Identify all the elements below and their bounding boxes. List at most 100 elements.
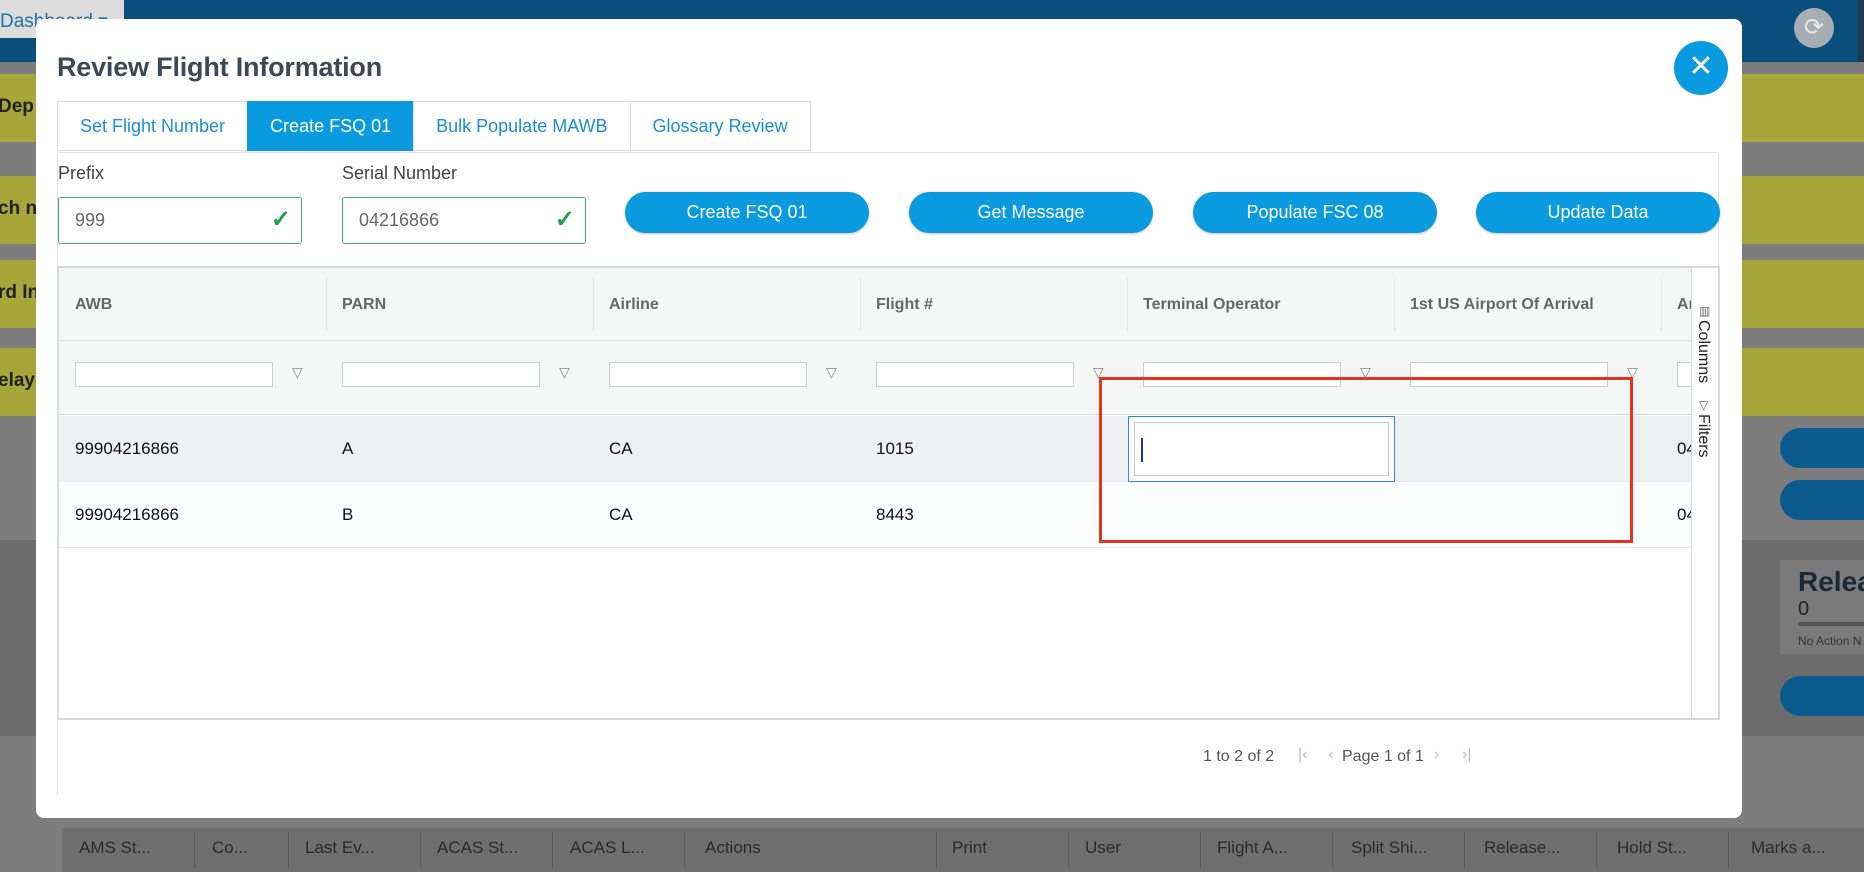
filter-input-first-us-airport[interactable]	[1410, 362, 1608, 387]
check-icon: ✓	[270, 206, 291, 233]
column-header-airline[interactable]: Airline	[593, 268, 659, 341]
bg-column-header[interactable]: ACAS St...	[437, 838, 518, 858]
cell-first-us-airport[interactable]	[1394, 416, 1410, 482]
bg-table-header: AMS St... Co... Last Ev... ACAS St... AC…	[62, 828, 1864, 872]
filter-icon[interactable]: ▽	[559, 364, 570, 381]
filter-icon[interactable]: ▽	[1360, 364, 1371, 381]
release-card: Relea 0 No Action N	[1780, 560, 1864, 654]
bg-column-header[interactable]: ACAS L...	[570, 838, 645, 858]
bg-column-header[interactable]: Marks a...	[1751, 838, 1826, 858]
page-indicator: Page 1 of 1	[1342, 748, 1424, 765]
cell-terminal-operator-editor[interactable]	[1128, 416, 1395, 482]
cell-awb[interactable]: 99904216866	[59, 482, 179, 548]
bg-column-header[interactable]: Split Shi...	[1351, 838, 1428, 858]
tab-bar: Set Flight Number Create FSQ 01 Bulk Pop…	[57, 101, 811, 151]
bg-pill-button[interactable]	[1780, 428, 1864, 468]
filter-input-awb[interactable]	[75, 362, 273, 387]
filter-input-flight[interactable]	[876, 362, 1074, 387]
bg-column-header[interactable]: User	[1085, 838, 1121, 858]
topbar-stub	[1858, 0, 1864, 62]
bg-pill-button[interactable]	[1780, 480, 1864, 520]
cell-awb[interactable]: 99904216866	[59, 416, 179, 482]
cell-first-us-airport[interactable]	[1394, 482, 1410, 548]
bg-col-divider	[936, 832, 937, 868]
row-count-summary: 1 to 2 of 2	[1203, 748, 1275, 765]
filter-input-truncated[interactable]	[1677, 362, 1691, 387]
close-button[interactable]: ✕	[1674, 41, 1728, 95]
bg-col-divider	[288, 832, 289, 868]
check-icon: ✓	[554, 206, 575, 233]
bg-column-header[interactable]: Last Ev...	[305, 838, 375, 858]
cell-parn[interactable]: A	[326, 416, 353, 482]
bg-col-divider	[420, 832, 421, 868]
bg-yellow-bar-text: Dep	[0, 96, 34, 117]
bg-column-header[interactable]: AMS St...	[79, 838, 151, 858]
get-message-button[interactable]: Get Message	[909, 192, 1153, 233]
next-page-icon[interactable]: ›	[1434, 746, 1439, 764]
bg-yellow-bar-text: rd In	[0, 282, 40, 303]
column-header-truncated[interactable]: Ar	[1661, 268, 1691, 341]
bg-column-header[interactable]: Actions	[705, 838, 761, 858]
modal-title: Review Flight Information	[57, 52, 383, 82]
bg-column-header[interactable]: Print	[952, 838, 987, 858]
grid-header-row: AWB PARN Airline Flight # Terminal Opera…	[59, 268, 1691, 341]
column-header-flight[interactable]: Flight #	[860, 268, 933, 341]
cell-parn[interactable]: B	[326, 482, 353, 548]
cell-airline[interactable]: CA	[593, 416, 633, 482]
filter-input-parn[interactable]	[342, 362, 540, 387]
create-fsq-01-button[interactable]: Create FSQ 01	[625, 192, 869, 233]
bg-column-header[interactable]: Co...	[212, 838, 248, 858]
refresh-icon[interactable]: ⟳	[1794, 8, 1834, 48]
columns-side-tab[interactable]: Columns	[1694, 320, 1712, 383]
cell-truncated[interactable]: 04	[1661, 416, 1691, 482]
tab-create-fsq-01[interactable]: Create FSQ 01	[247, 101, 414, 151]
filter-icon[interactable]: ▽	[292, 364, 303, 381]
serial-number-label: Serial Number	[342, 163, 458, 183]
bg-pill-button[interactable]	[1780, 676, 1864, 716]
filter-input-terminal-operator[interactable]	[1143, 362, 1341, 387]
column-header-terminal-operator[interactable]: Terminal Operator	[1127, 268, 1281, 341]
column-header-awb[interactable]: AWB	[59, 268, 112, 341]
update-data-button[interactable]: Update Data	[1476, 192, 1720, 233]
review-flight-modal: Review Flight Information ✕ Set Flight N…	[36, 19, 1742, 818]
column-header-first-us-airport[interactable]: 1st US Airport Of Arrival	[1394, 268, 1594, 341]
populate-fsc-08-button[interactable]: Populate FSC 08	[1193, 192, 1437, 233]
release-card-subtitle: No Action N	[1798, 634, 1862, 648]
tab-set-flight-number[interactable]: Set Flight Number	[57, 101, 248, 151]
bg-col-divider	[684, 832, 685, 868]
serial-number-input[interactable]: 04216866 ✓	[342, 197, 586, 244]
first-page-icon[interactable]: |‹	[1298, 746, 1307, 764]
filter-icon: ▽	[1699, 398, 1709, 412]
prev-page-icon[interactable]: ‹	[1328, 746, 1333, 764]
bg-column-header[interactable]: Hold St...	[1617, 838, 1687, 858]
table-row[interactable]: 99904216866 A CA 1015 04	[59, 416, 1691, 482]
cell-flight[interactable]: 1015	[860, 416, 914, 482]
filter-icon[interactable]: ▽	[1627, 364, 1638, 381]
bg-column-header[interactable]: Flight A...	[1217, 838, 1288, 858]
cell-terminal-operator[interactable]	[1127, 482, 1143, 548]
column-header-parn[interactable]: PARN	[326, 268, 386, 341]
grid-pagination: 1 to 2 of 2 |‹ ‹ Page 1 of 1 › ›|	[58, 720, 1720, 796]
serial-number-value: 04216866	[359, 210, 440, 230]
tab-bulk-populate-mawb[interactable]: Bulk Populate MAWB	[413, 101, 630, 151]
terminal-operator-input[interactable]	[1134, 422, 1389, 476]
filter-icon[interactable]: ▽	[1093, 364, 1104, 381]
filters-side-tab[interactable]: Filters	[1694, 414, 1712, 458]
table-row[interactable]: 99904216866 B CA 8443 04	[59, 482, 1691, 548]
release-card-title: Relea	[1798, 566, 1864, 597]
filter-input-airline[interactable]	[609, 362, 807, 387]
release-card-bar	[1798, 622, 1864, 626]
last-page-icon[interactable]: ›|	[1462, 746, 1471, 764]
cell-flight[interactable]: 8443	[860, 482, 914, 548]
cell-truncated[interactable]: 04	[1661, 482, 1691, 548]
tab-glossary-review[interactable]: Glossary Review	[629, 101, 811, 151]
bg-column-header[interactable]: Release...	[1484, 838, 1561, 858]
filter-icon[interactable]: ▽	[826, 364, 837, 381]
prefix-value: 999	[75, 210, 106, 230]
bg-col-divider	[1200, 832, 1201, 868]
cell-airline[interactable]: CA	[593, 482, 633, 548]
prefix-input[interactable]: 999 ✓	[58, 197, 302, 244]
bg-col-divider	[1596, 832, 1597, 868]
grid-side-bar: ▥ Columns ▽ Filters	[1691, 268, 1718, 718]
text-caret	[1141, 438, 1143, 462]
